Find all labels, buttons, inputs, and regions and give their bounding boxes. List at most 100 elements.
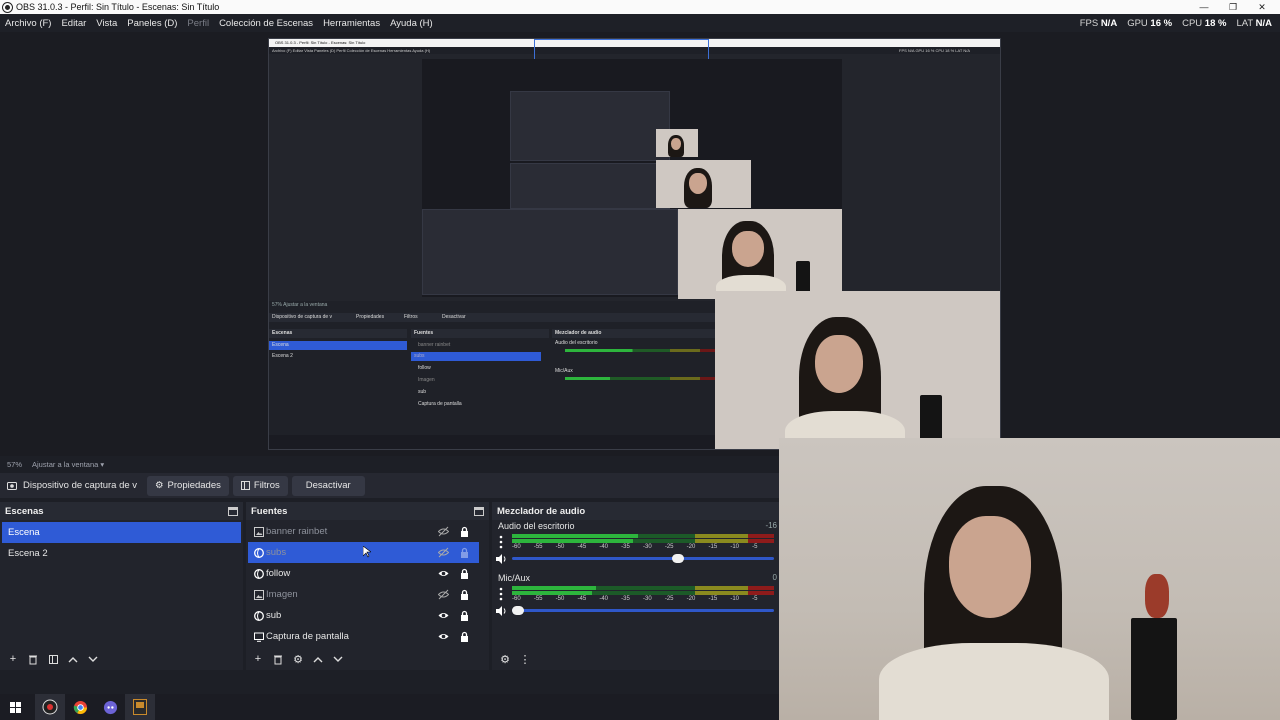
source-label: Imagen [266,589,298,600]
trash-icon [29,655,37,664]
window-title: OBS 31.0.3 - Perfil: Sin Título - Escena… [16,2,220,12]
zoom-bar: 57% Ajustar a la ventana ▾ [0,456,780,472]
scene-item[interactable]: Escena [2,522,241,543]
deactivate-button[interactable]: Desactivar [291,475,365,496]
db-tick: -45 [577,596,587,602]
chrome-icon [73,700,87,714]
nested-webcam-2 [656,160,751,208]
add-scene-button[interactable]: + [6,652,20,666]
eye-icon[interactable] [438,631,449,642]
source-label: Captura de pantalla [266,631,349,642]
source-item[interactable]: banner rainbet [248,521,479,542]
mouse-cursor-icon [363,546,371,558]
db-tick: -55 [533,544,543,550]
level-meter [512,586,774,590]
scene-filters-button[interactable] [46,652,60,666]
mixer-header: Mezclador de audio [492,502,779,520]
undock-icon[interactable] [474,506,484,516]
close-button[interactable]: ✕ [1248,0,1276,14]
vertical-dots-icon[interactable] [498,587,504,601]
menu-editar[interactable]: Editar [56,18,91,29]
menu-coleccion-escenas[interactable]: Colección de Escenas [214,18,318,29]
eye-hidden-icon[interactable] [437,547,450,558]
menu-paneles[interactable]: Paneles (D) [122,18,182,29]
lock-icon[interactable] [459,610,470,621]
mixer-track: Mic/Aux 0 -60 -55 -50 -45 -40 -35 -30 -25 -20 -15 -1… [492,572,779,624]
move-source-up-button[interactable] [311,652,325,666]
title-bar: OBS 31.0.3 - Perfil: Sin Título - Escena… [0,0,1280,14]
source-item[interactable]: Imagen [248,584,479,605]
eye-hidden-icon[interactable] [437,589,450,600]
source-item[interactable]: Captura de pantalla [248,626,479,647]
scene-item[interactable]: Escena 2 [2,543,241,564]
scenes-dock: Escenas Escena Escena 2 + [0,502,243,670]
context-source-name: Dispositivo de captura de v [23,480,138,491]
inner-webcam [715,291,1000,449]
volume-slider[interactable] [512,554,774,563]
chevron-up-icon [313,656,323,662]
chevron-down-icon [333,656,343,662]
trash-icon [274,655,282,664]
menu-ayuda[interactable]: Ayuda (H) [385,18,438,29]
menu-herramientas[interactable]: Herramientas [318,18,385,29]
source-item[interactable]: sub [248,605,479,626]
remove-scene-button[interactable] [26,652,40,666]
speaker-icon[interactable] [496,606,507,616]
menu-vista[interactable]: Vista [91,18,122,29]
inner-taskbar [269,435,719,449]
move-source-down-button[interactable] [331,652,345,666]
fps-stat: FPS N/A [1079,17,1118,29]
speaker-icon[interactable] [496,554,507,564]
maximize-button[interactable]: ❐ [1219,0,1247,14]
epic-games-icon [133,699,147,715]
filters-button[interactable]: Filtros [232,475,288,496]
taskbar-chrome[interactable] [65,694,95,720]
vertical-dots-icon[interactable] [498,535,504,549]
properties-button[interactable]: ⚙ Propiedades [147,475,229,496]
db-tick: -40 [599,596,608,602]
windows-start-button[interactable] [0,694,30,720]
minimize-button[interactable]: — [1190,0,1218,14]
lock-icon[interactable] [459,631,470,642]
inner-preview [422,59,842,299]
eye-hidden-icon[interactable] [437,526,450,537]
volume-slider[interactable] [512,606,774,615]
eye-icon[interactable] [438,568,449,579]
obs-window: OBS 31.0.3 - Perfil: Sin Título - Escena… [0,0,1280,720]
lock-icon[interactable] [459,589,470,600]
taskbar-epic-games[interactable] [125,694,155,720]
level-meter [512,591,774,595]
db-tick: -60 [512,596,521,602]
eye-icon[interactable] [438,610,449,621]
move-scene-up-button[interactable] [66,652,80,666]
menu-archivo[interactable]: Archivo (F) [0,18,56,29]
mixer-menu-button[interactable]: ⋮ [518,652,532,666]
add-source-button[interactable]: + [251,652,265,666]
taskbar-discord[interactable] [95,694,125,720]
track-db: 0 [772,573,777,582]
recursive-screen-capture: OBS 31.0.3 - Perfil: Sin Título - Escena… [268,38,1001,450]
scenes-title: Escenas [5,505,44,517]
lock-icon[interactable] [459,568,470,579]
volume-knob[interactable] [672,554,684,563]
lock-icon[interactable] [459,547,470,558]
lock-icon[interactable] [459,526,470,537]
taskbar-obs[interactable] [35,694,65,720]
inner-panel-nested-3 [422,209,678,295]
track-name: Mic/Aux [498,573,531,583]
audio-settings-button[interactable]: ⚙ [498,652,512,666]
track-db: -16 [765,521,777,530]
scene-preview[interactable]: OBS 31.0.3 - Perfil: Sin Título - Escena… [0,32,1280,456]
inner-panel-nested [510,91,670,161]
obs-icon [42,699,58,715]
move-scene-down-button[interactable] [86,652,100,666]
remove-source-button[interactable] [271,652,285,666]
volume-knob[interactable] [512,606,524,615]
zoom-mode-dropdown[interactable]: Ajustar a la ventana ▾ [32,460,104,469]
discord-icon [103,700,117,714]
undock-icon[interactable] [228,506,238,516]
source-item[interactable]: follow [248,563,479,584]
chevron-down-icon [88,656,98,662]
source-properties-button[interactable]: ⚙ [291,652,305,666]
scenes-toolbar: + [0,648,243,670]
